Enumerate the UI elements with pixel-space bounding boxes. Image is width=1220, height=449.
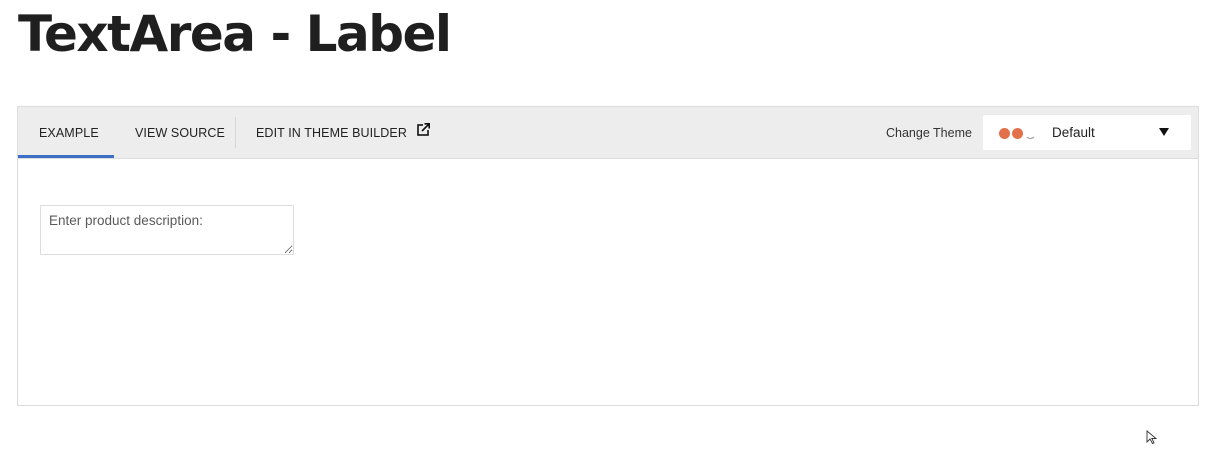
theme-select[interactable]: Default (983, 115, 1191, 150)
product-description-textarea[interactable] (40, 205, 294, 255)
theme-swatch-1 (999, 128, 1010, 139)
tab-example-label: EXAMPLE (39, 126, 99, 140)
demo-frame: EXAMPLE VIEW SOURCE EDIT IN THEME BUILDE… (17, 106, 1199, 406)
theme-swatch-3 (1025, 128, 1036, 139)
demo-toolbar: EXAMPLE VIEW SOURCE EDIT IN THEME BUILDE… (18, 107, 1198, 159)
mouse-pointer-icon (1146, 430, 1158, 449)
external-link-icon (416, 106, 430, 158)
theme-swatch-2 (1012, 128, 1023, 139)
chevron-down-icon (1159, 128, 1169, 136)
tab-edit-in-theme-builder[interactable]: EDIT IN THEME BUILDER (256, 107, 430, 158)
page-title: TextArea - Label (18, 5, 452, 63)
tab-view-source-label: VIEW SOURCE (135, 126, 225, 140)
tab-edit-in-theme-builder-label: EDIT IN THEME BUILDER (256, 126, 407, 140)
active-tab-indicator (18, 155, 114, 158)
tab-divider (235, 117, 236, 148)
textarea-wrapper (40, 205, 294, 255)
theme-select-value: Default (1052, 125, 1095, 140)
tab-example[interactable]: EXAMPLE (39, 107, 99, 158)
demo-content (18, 159, 1198, 405)
tab-view-source[interactable]: VIEW SOURCE (135, 107, 225, 158)
change-theme-label: Change Theme (886, 126, 972, 140)
